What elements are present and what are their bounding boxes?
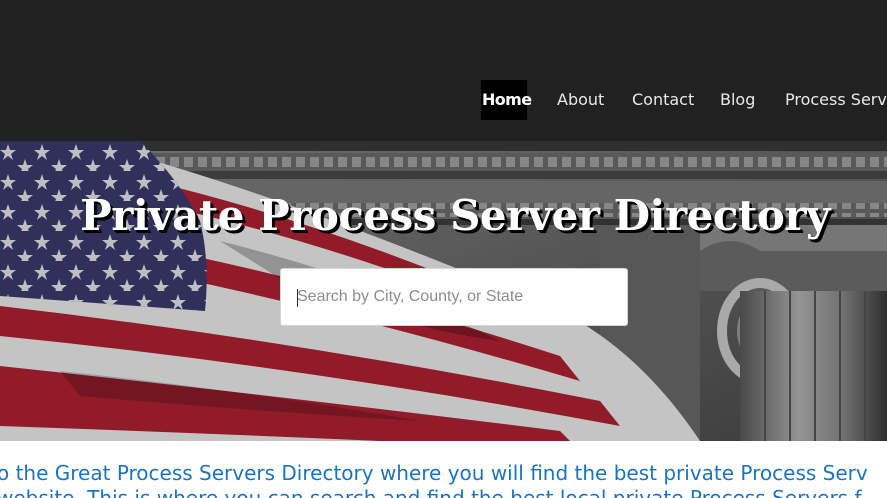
site-header: Home About Contact Blog Process Servic (0, 0, 887, 141)
nav-item-home[interactable]: Home (481, 80, 532, 120)
search-input[interactable] (297, 269, 617, 325)
nav-item-process-servers[interactable]: Process Servic (785, 80, 887, 120)
nav-item-contact[interactable]: Contact (632, 80, 694, 120)
intro-text-line-1: o the Great Process Servers Directory wh… (0, 461, 868, 485)
nav-item-blog[interactable]: Blog (720, 80, 755, 120)
page-title: Private Process Server Directory (80, 191, 830, 240)
search-box[interactable] (280, 268, 628, 326)
nav-item-about[interactable]: About (557, 80, 604, 120)
intro-text-line-2: website. This is where you can search an… (0, 486, 862, 498)
text-caret (297, 289, 298, 307)
hero-banner: Private Process Server Directory (0, 141, 887, 441)
